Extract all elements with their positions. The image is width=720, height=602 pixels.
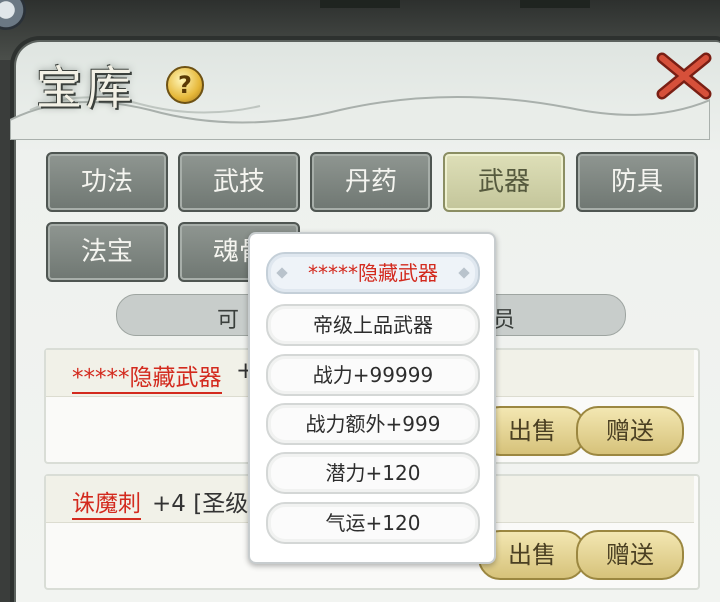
gift-button[interactable]: 赠送 [576,530,684,580]
diamond-icon [458,267,470,279]
gift-button[interactable]: 赠送 [576,406,684,456]
tooltip-title: *****隐藏武器 [266,252,480,294]
tab-wuqi[interactable]: 武器 [443,152,565,212]
help-icon[interactable]: ? [166,66,204,104]
tooltip-title-text: *****隐藏武器 [308,261,438,285]
close-icon[interactable] [656,52,712,100]
item-name[interactable]: 诛魔刺 [72,484,141,520]
pill-left-text: 可 [217,308,240,333]
diamond-icon [276,267,288,279]
pill-right-text: 员 [493,308,516,333]
tab-gongfa[interactable]: 功法 [46,152,168,212]
tab-danyao[interactable]: 丹药 [310,152,432,212]
tab-fangju[interactable]: 防具 [576,152,698,212]
tab-wuji[interactable]: 武技 [178,152,300,212]
item-name[interactable]: *****隐藏武器 [72,358,222,394]
tooltip-line: 战力+99999 [266,354,480,396]
tooltip-line: 帝级上品武器 [266,304,480,346]
tooltip-line: 战力额外+999 [266,403,480,445]
item-level: +4 [圣级 [152,491,249,517]
page-title: 宝库 [36,61,136,115]
tooltip-line: 潜力+120 [266,452,480,494]
tab-fabao[interactable]: 法宝 [46,222,168,282]
tooltip-line: 气运+120 [266,502,480,544]
item-tooltip: *****隐藏武器 帝级上品武器 战力+99999 战力额外+999 潜力+12… [248,232,496,564]
